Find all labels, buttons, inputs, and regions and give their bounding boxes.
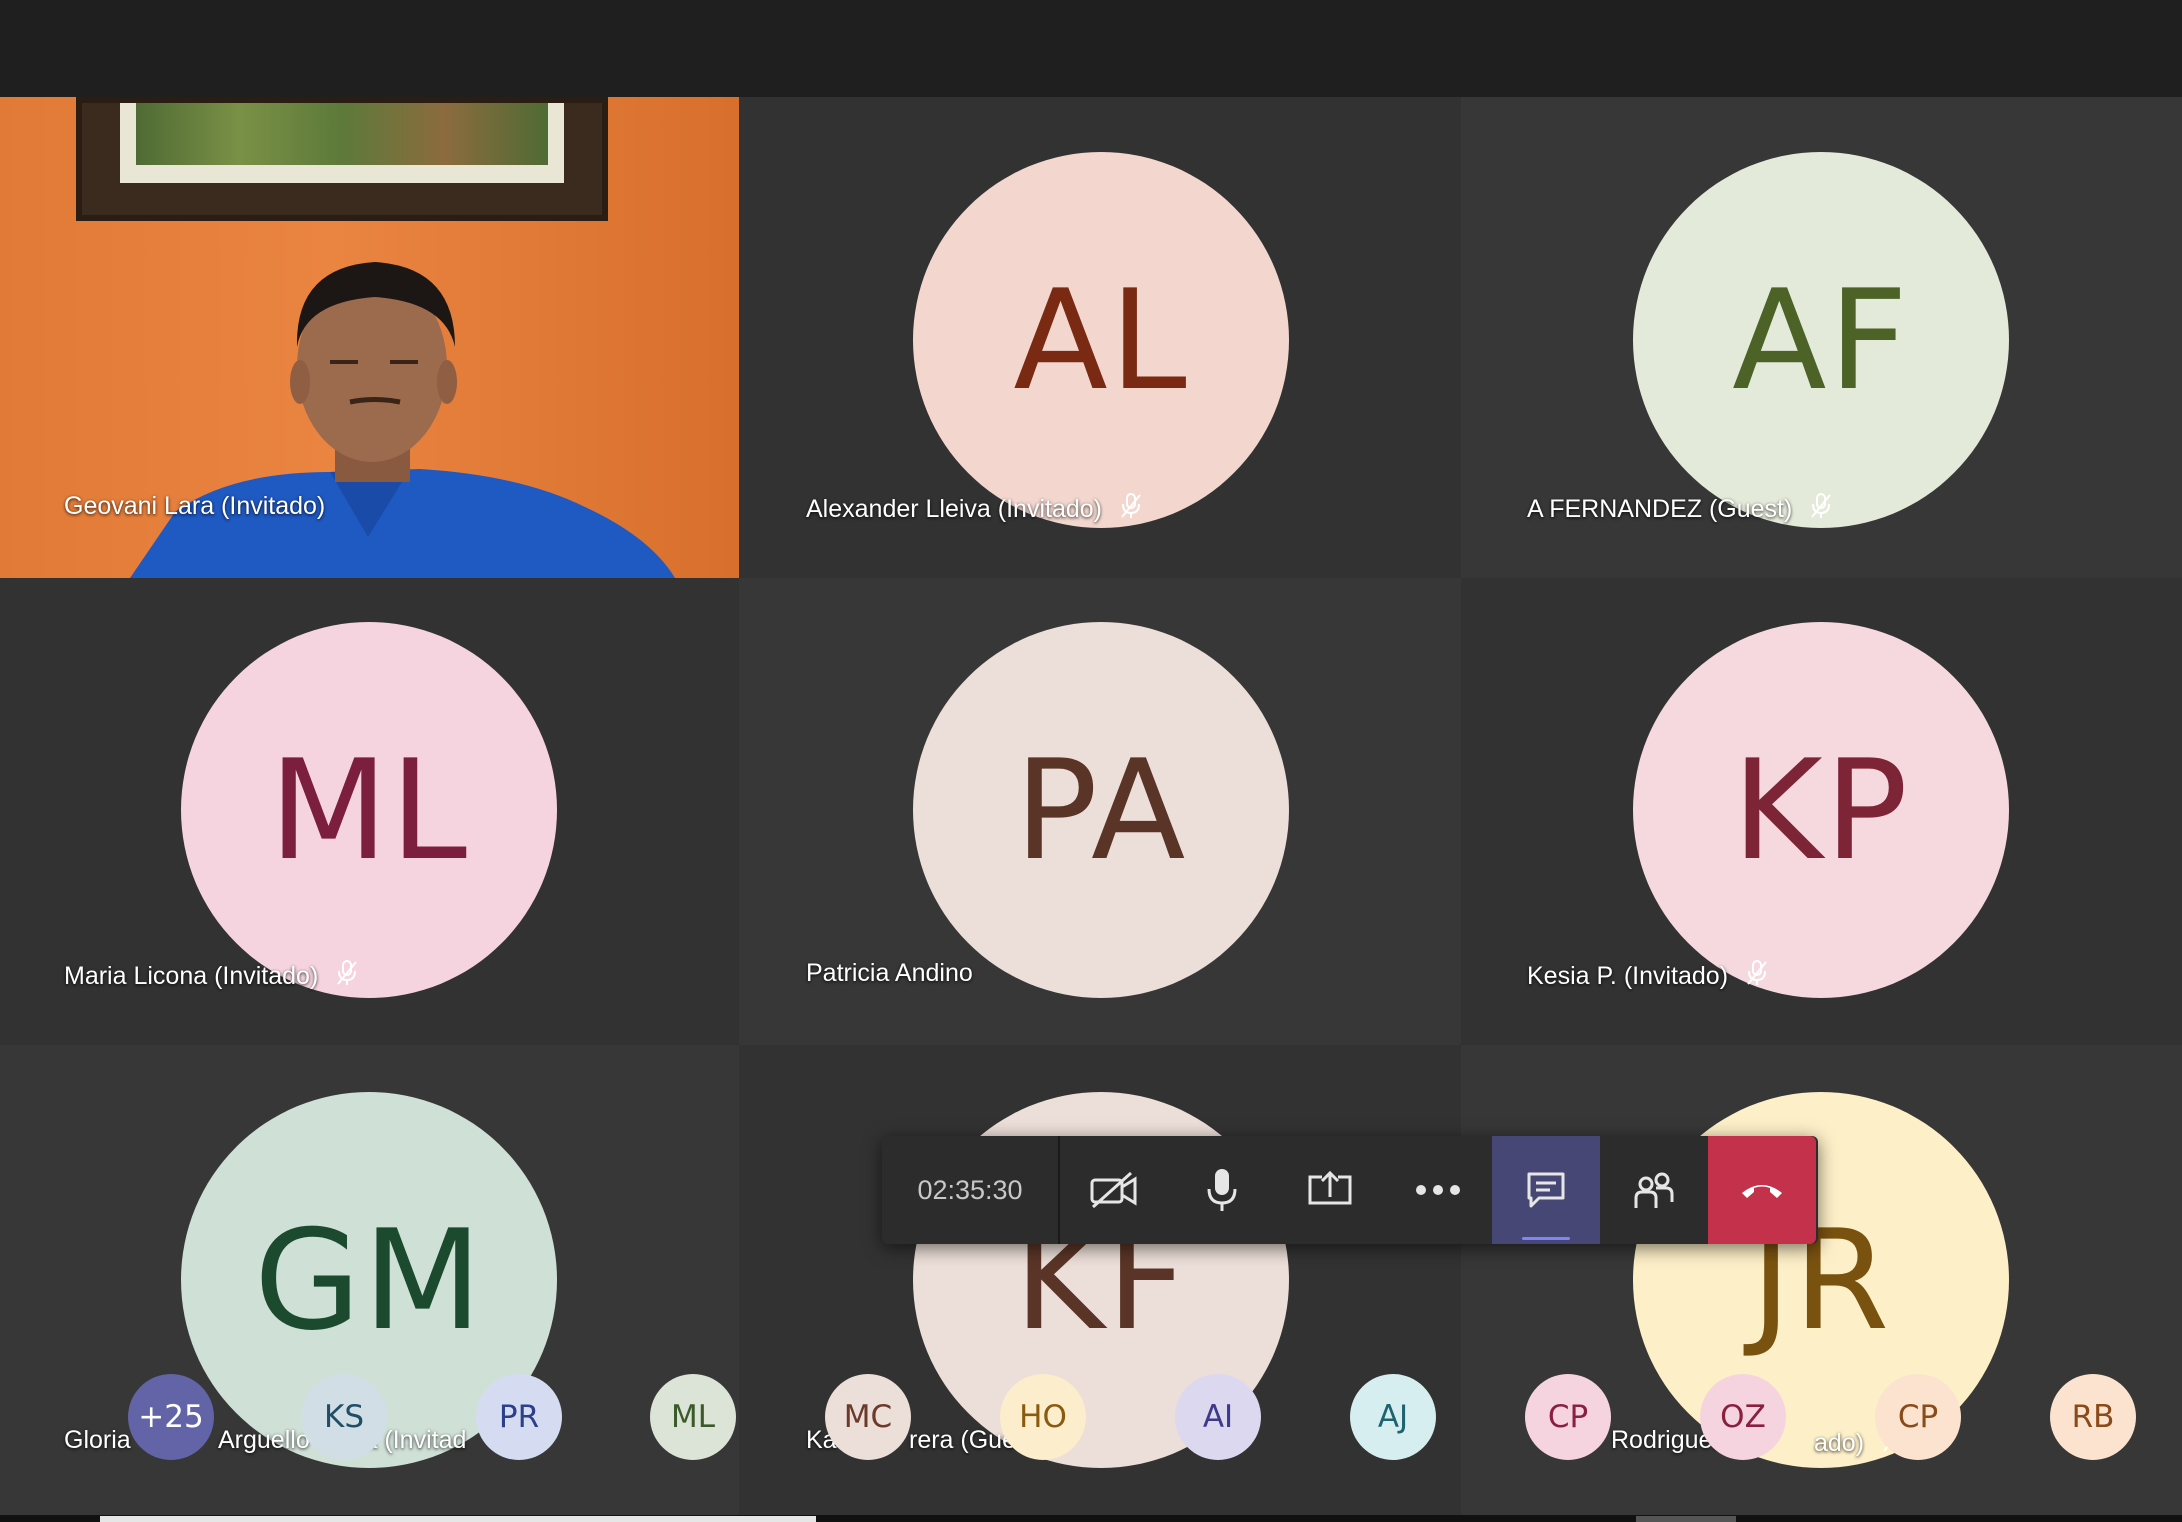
call-duration: 02:35:30 [917, 1174, 1023, 1205]
participant-avatar: PA [913, 622, 1289, 998]
camera-toggle-button[interactable] [1060, 1136, 1168, 1244]
roster-avatar[interactable]: OZ [1700, 1374, 1786, 1460]
roster-avatar[interactable]: ML [650, 1374, 736, 1460]
hang-up-icon [1742, 1185, 1782, 1198]
participant-tile[interactable]: AL Alexander Lleiva (Invitado) [739, 97, 1461, 578]
hang-up-button[interactable] [1708, 1136, 1816, 1244]
participants-button[interactable] [1600, 1136, 1708, 1244]
taskbar-strip [0, 1515, 2182, 1522]
participants-icon [1634, 1172, 1674, 1208]
participant-name-partial: Gloria [64, 1426, 131, 1454]
participant-avatar: AL [913, 152, 1289, 528]
participant-name: Alexander Lleiva (Invitado) [806, 492, 1143, 524]
more-options-icon [1416, 1185, 1460, 1195]
chat-icon [1527, 1172, 1565, 1208]
roster-avatar[interactable]: CP [1525, 1374, 1611, 1460]
microphone-toggle-button[interactable] [1168, 1136, 1276, 1244]
roster-avatar[interactable]: PR [476, 1374, 562, 1460]
roster-avatar[interactable]: HO [1000, 1374, 1086, 1460]
mic-muted-icon [1747, 960, 1767, 985]
active-window-indicator [100, 1516, 816, 1522]
participant-avatar: ML [181, 622, 557, 998]
call-controls-toolbar: 02:35:30 [882, 1136, 1818, 1244]
camera-off-icon [1090, 1171, 1137, 1209]
roster-avatar[interactable]: KS [301, 1374, 387, 1460]
roster-avatar[interactable]: AJ [1350, 1374, 1436, 1460]
participant-tile[interactable]: PA Patricia Andino [739, 578, 1461, 1045]
participant-avatar: KP [1633, 622, 2009, 998]
participant-name: Kesia P. (Invitado) [1527, 959, 1769, 991]
participant-name: Geovani Lara (Invitado) [64, 492, 326, 520]
participant-tile[interactable]: KP Kesia P. (Invitado) [1461, 578, 2182, 1045]
roster-avatar[interactable]: MC [825, 1374, 911, 1460]
participant-name: A FERNANDEZ (Guest) [1527, 492, 1833, 524]
mic-muted-icon [1121, 493, 1141, 518]
microphone-icon [1207, 1169, 1237, 1211]
roster-avatar[interactable]: CP [1875, 1374, 1961, 1460]
more-options-button[interactable] [1384, 1136, 1492, 1244]
participant-tile-video[interactable]: Geovani Lara (Invitado) [0, 97, 739, 578]
roster-avatar[interactable]: RB [2050, 1374, 2136, 1460]
video-grid: Geovani Lara (Invitado) AL Alexander Lle… [0, 97, 2182, 1515]
roster-avatar[interactable]: AI [1175, 1374, 1261, 1460]
chat-button[interactable] [1492, 1136, 1600, 1244]
participant-avatar: AF [1633, 152, 2009, 528]
mic-muted-icon [1811, 493, 1832, 518]
participant-name: Patricia Andino [806, 959, 973, 987]
participant-name-partial: Arguello [218, 1426, 310, 1454]
share-screen-button[interactable] [1276, 1136, 1384, 1244]
more-participants-count[interactable]: +25 [128, 1374, 214, 1460]
share-screen-icon [1308, 1170, 1352, 1205]
participant-tile[interactable]: ML Maria Licona (Invitado) [0, 578, 739, 1045]
title-bar [0, 0, 2182, 97]
participant-name: Maria Licona (Invitado) [64, 959, 359, 991]
participant-name-partial: rera (Gue [909, 1426, 1016, 1454]
participant-tile[interactable]: AF A FERNANDEZ (Guest) [1461, 97, 2182, 578]
window-indicator [1636, 1516, 1736, 1522]
mic-muted-icon [337, 960, 358, 985]
